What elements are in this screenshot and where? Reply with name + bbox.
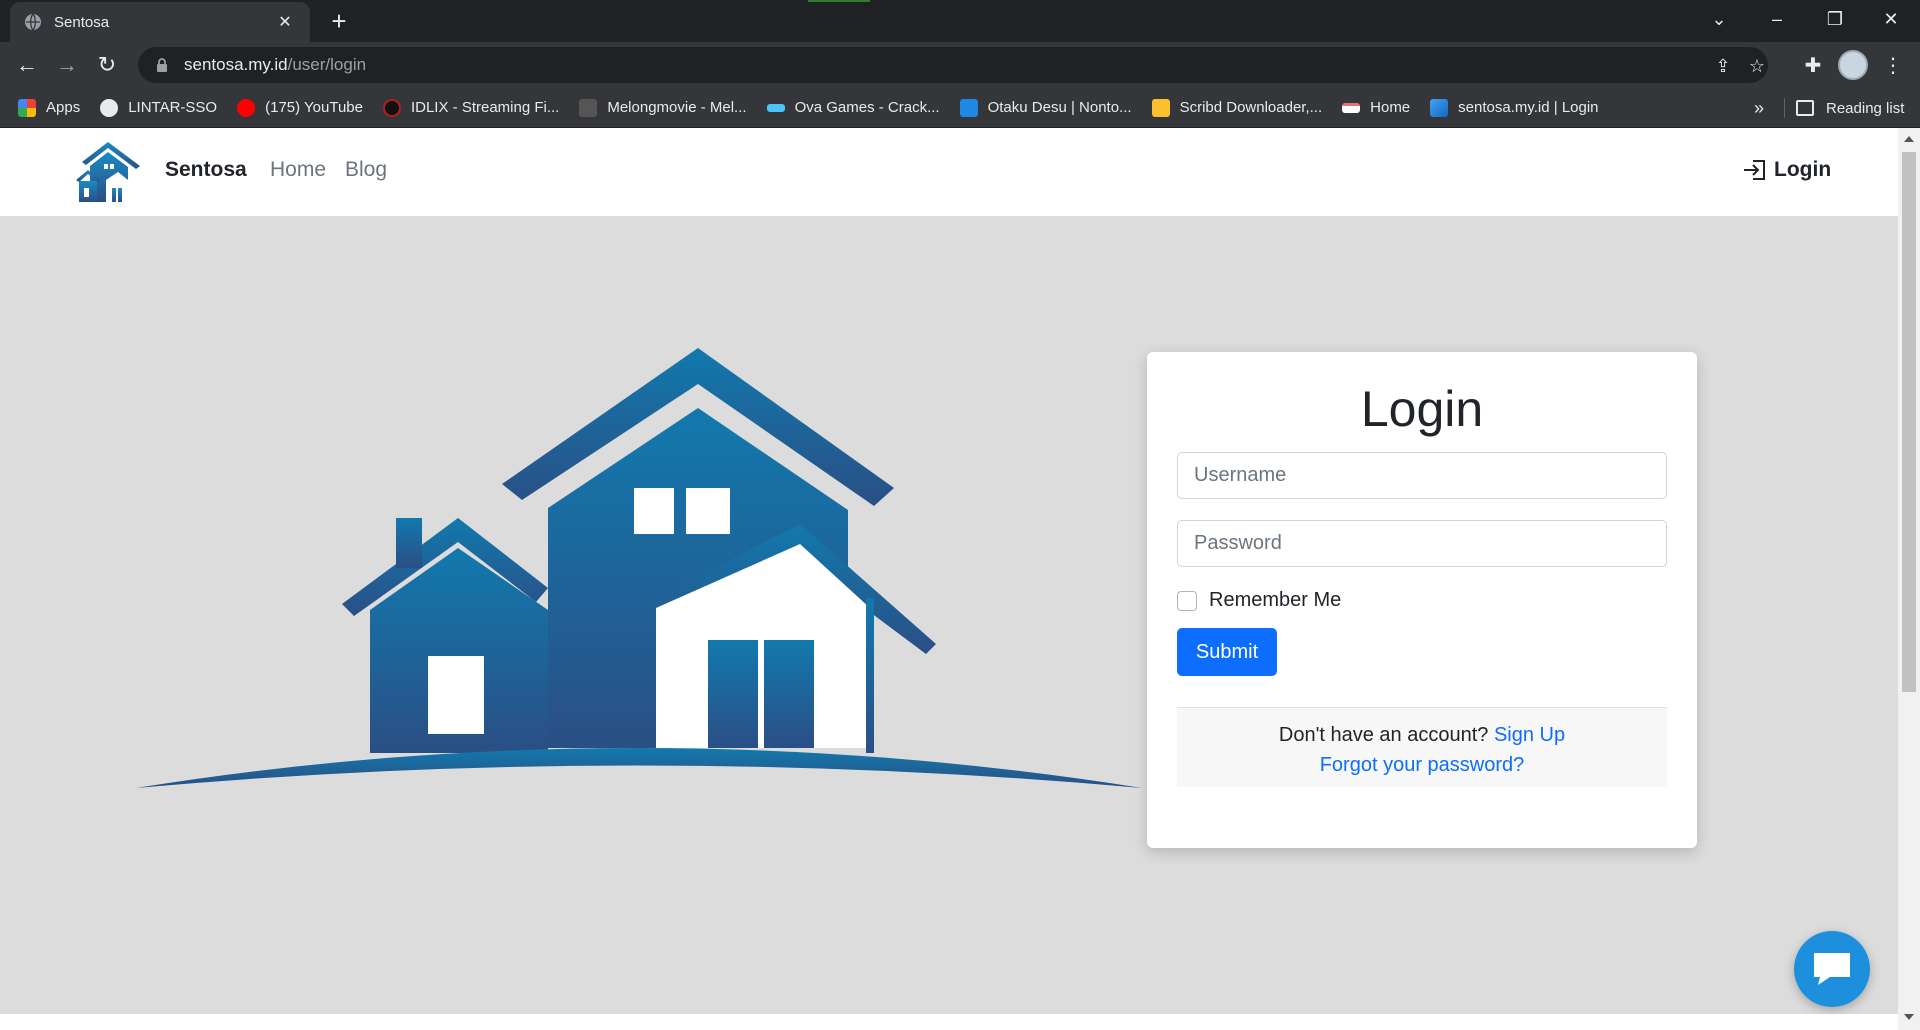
bookmark-lintar-sso[interactable]: LINTAR-SSO (100, 98, 217, 117)
youtube-icon (237, 98, 256, 117)
remember-me-checkbox[interactable] (1177, 590, 1197, 611)
scribd-icon (1151, 98, 1170, 117)
nav-home-link[interactable]: Home (270, 158, 326, 182)
page-bottom-strip (0, 1014, 1898, 1030)
profile-avatar[interactable] (1838, 50, 1868, 80)
reading-list-icon (1796, 100, 1814, 116)
tab-strip-accent (808, 0, 870, 2)
nav-login-link[interactable]: Login (1742, 158, 1831, 182)
remember-me[interactable]: Remember Me (1177, 589, 1341, 612)
username-input[interactable] (1177, 452, 1667, 499)
close-tab-icon[interactable]: ✕ (274, 12, 296, 32)
remember-me-label: Remember Me (1209, 589, 1342, 611)
bookmark-otaku-desu[interactable]: Otaku Desu | Nonto... (959, 98, 1132, 117)
reading-list-label: Reading list (1826, 99, 1905, 117)
bookmark-sentosa-login[interactable]: sentosa.my.id | Login (1430, 98, 1599, 117)
bookmark-scribd[interactable]: Scribd Downloader,... (1151, 98, 1322, 117)
bookmarks-divider (1784, 98, 1785, 118)
login-arrow-icon (1744, 160, 1765, 180)
share-icon[interactable]: ⇪ (1710, 53, 1736, 79)
chat-button[interactable] (1794, 931, 1870, 1007)
submit-button[interactable]: Submit (1177, 628, 1277, 676)
ovagames-icon (766, 103, 785, 112)
browser-tab[interactable]: Sentosa ✕ (10, 2, 310, 42)
card-footer: Don't have an account? Sign Up Forgot yo… (1177, 707, 1667, 787)
minimize-button[interactable]: – (1748, 0, 1806, 38)
house-illustration (136, 348, 1142, 788)
sign-up-link[interactable]: Sign Up (1494, 724, 1565, 746)
bookmark-home[interactable]: Home (1342, 99, 1410, 116)
otakudesu-icon (959, 98, 978, 117)
page-scrollbar[interactable] (1898, 128, 1920, 1030)
house-logo-icon[interactable] (74, 140, 142, 204)
scrollbar-thumb[interactable] (1902, 152, 1916, 692)
close-window-button[interactable]: ✕ (1862, 0, 1920, 38)
apps-grid-icon (18, 98, 36, 117)
extensions-puzzle-icon[interactable]: ✚ (1796, 48, 1830, 82)
scroll-down-arrow-icon[interactable] (1904, 1014, 1914, 1020)
password-input[interactable] (1177, 520, 1667, 567)
bookmark-apps[interactable]: Apps (18, 98, 80, 117)
new-tab-button[interactable]: + (322, 4, 356, 38)
brand-name[interactable]: Sentosa (165, 158, 247, 182)
nav-blog-link[interactable]: Blog (345, 158, 387, 182)
browser-menu-icon[interactable]: ⋮ (1876, 48, 1910, 82)
lock-icon (157, 58, 167, 72)
idlix-icon (382, 98, 401, 117)
chat-bubble-icon (1814, 953, 1850, 985)
restore-button[interactable]: ❐ (1806, 0, 1864, 38)
scroll-up-arrow-icon[interactable] (1904, 136, 1914, 142)
bookmark-ova-games[interactable]: Ova Games - Crack... (766, 99, 940, 116)
login-title: Login (1360, 381, 1484, 437)
back-button[interactable]: ← (10, 48, 44, 82)
melongmovie-icon (579, 98, 598, 117)
reading-list-button[interactable]: Reading list (1796, 88, 1904, 128)
forgot-password-link[interactable]: Forgot your password? (1320, 754, 1525, 776)
login-card: Login Remember Me Submit Don't have an a… (1147, 352, 1697, 848)
bookmark-melongmovie[interactable]: Melongmovie - Mel... (579, 98, 747, 117)
no-account-text: Don't have an account? (1278, 724, 1489, 746)
url-text: sentosa.my.id/user/login (184, 55, 367, 74)
tab-title: Sentosa (54, 13, 110, 31)
forward-button[interactable]: → (50, 48, 84, 82)
globe-icon (25, 13, 41, 31)
bookmark-idlix[interactable]: IDLIX - Streaming Fi... (382, 98, 559, 117)
globe-icon (100, 98, 119, 117)
bookmarks-bar: Apps LINTAR-SSO (175) YouTube IDLIX - St… (0, 88, 1920, 128)
home-site-icon (1342, 102, 1361, 113)
web-page: Sentosa Home Blog Login Login Username R… (0, 128, 1898, 1014)
bookmark-youtube[interactable]: (175) YouTube (237, 98, 363, 117)
site-navbar: Sentosa Home Blog Login (0, 128, 1898, 216)
browser-toolbar: ← → ↻ sentosa.my.id/user/login ⇪ ☆ ✚ ⋮ (0, 42, 1920, 88)
sentosa-icon (1430, 98, 1449, 117)
bookmark-star-icon[interactable]: ☆ (1744, 53, 1770, 79)
address-bar[interactable]: sentosa.my.id/user/login ⇪ ☆ (138, 47, 1768, 83)
browser-tab-strip: Sentosa ✕ + ⌄ – ❐ ✕ (0, 0, 1920, 42)
more-bookmarks-button[interactable]: » (1754, 98, 1764, 119)
tab-search-icon[interactable]: ⌄ (1690, 0, 1748, 38)
reload-button[interactable]: ↻ (90, 48, 124, 82)
